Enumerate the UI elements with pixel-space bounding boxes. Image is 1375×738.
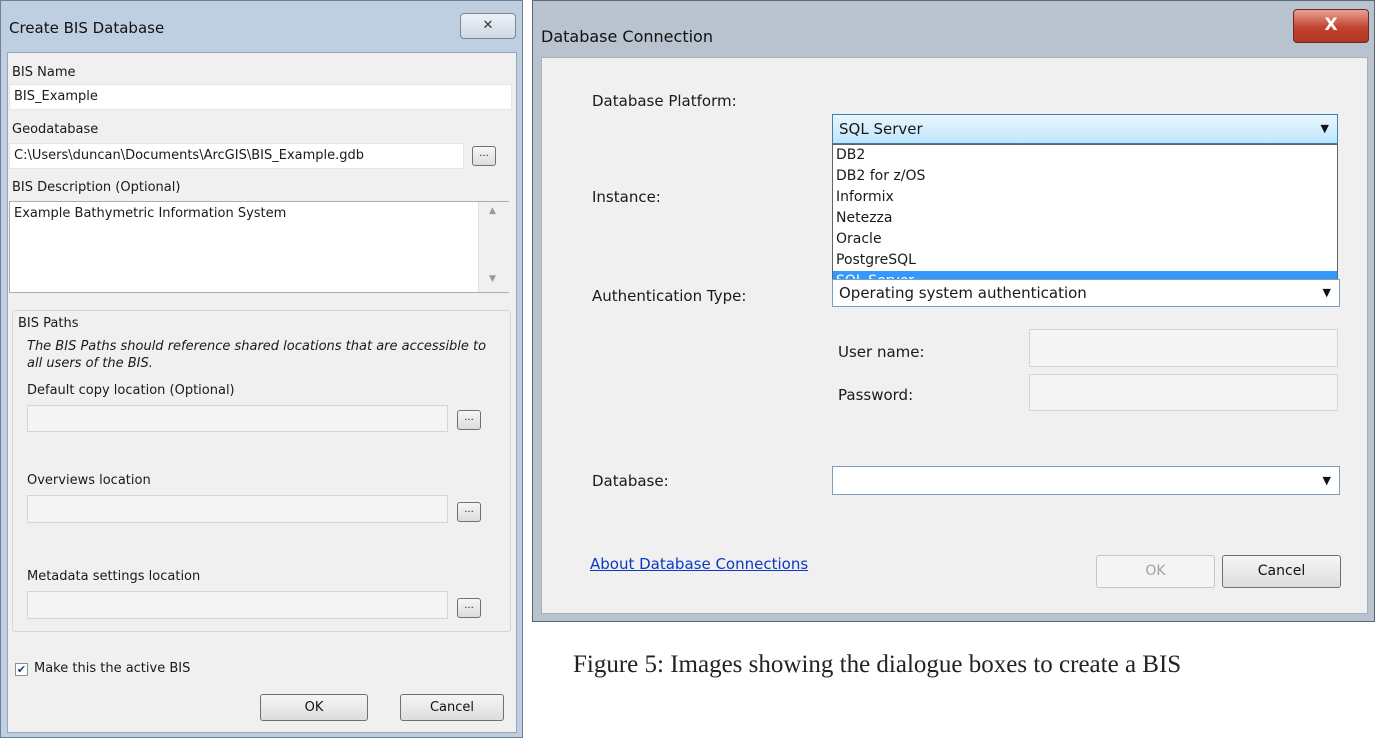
- dialog-body: Database Platform: SQL Server ▼ DB2 DB2 …: [541, 57, 1368, 614]
- metadata-input[interactable]: [27, 591, 448, 619]
- about-database-connections-link[interactable]: About Database Connections: [590, 555, 808, 573]
- dropdown-option[interactable]: Oracle: [833, 229, 1337, 250]
- description-textarea[interactable]: Example Bathymetric Information System: [9, 201, 509, 293]
- geodatabase-browse-button[interactable]: ...: [472, 146, 496, 166]
- database-platform-label: Database Platform:: [592, 92, 737, 110]
- dropdown-option[interactable]: PostgreSQL: [833, 250, 1337, 271]
- checkmark-icon: ✔: [16, 663, 27, 676]
- bis-paths-group-label: BIS Paths: [18, 316, 83, 331]
- authentication-type-value: Operating system authentication: [839, 284, 1087, 302]
- authentication-type-label: Authentication Type:: [592, 287, 747, 305]
- chevron-down-icon: ▼: [1322, 286, 1331, 299]
- bis-paths-note: The BIS Paths should reference shared lo…: [27, 339, 487, 371]
- dialog-title: Create BIS Database: [9, 19, 165, 37]
- chevron-down-icon: ▼: [1322, 474, 1331, 487]
- chevron-down-icon: ▼: [1320, 122, 1329, 135]
- database-label: Database:: [592, 472, 669, 490]
- user-name-input[interactable]: [1029, 329, 1338, 367]
- dropdown-option[interactable]: DB2: [833, 145, 1337, 166]
- database-select[interactable]: ▼: [832, 466, 1340, 495]
- close-button[interactable]: X: [1293, 9, 1369, 43]
- scroll-up-icon[interactable]: ▲: [489, 206, 496, 216]
- database-platform-value: SQL Server: [839, 120, 923, 138]
- figure-caption: Figure 5: Images showing the dialogue bo…: [573, 651, 1182, 678]
- default-copy-input[interactable]: [27, 405, 448, 432]
- cancel-button[interactable]: Cancel: [400, 694, 504, 721]
- database-connection-dialog: Database Connection X Database Platform:…: [532, 0, 1375, 622]
- description-text: Example Bathymetric Information System: [14, 206, 287, 221]
- active-bis-checkbox[interactable]: ✔: [15, 663, 28, 676]
- overviews-input[interactable]: [27, 495, 448, 523]
- scroll-down-icon[interactable]: ▼: [489, 274, 496, 284]
- database-platform-select[interactable]: SQL Server ▼: [832, 114, 1338, 144]
- create-bis-dialog: Create BIS Database ✕ BIS Name BIS_Examp…: [0, 0, 523, 738]
- database-platform-dropdown: DB2 DB2 for z/OS Informix Netezza Oracle…: [832, 144, 1338, 296]
- default-copy-browse-button[interactable]: ...: [457, 410, 481, 430]
- metadata-browse-button[interactable]: ...: [457, 598, 481, 618]
- dialog-title: Database Connection: [541, 27, 713, 46]
- description-scrollbar[interactable]: ▲ ▼: [478, 202, 509, 292]
- bis-name-input[interactable]: BIS_Example: [9, 84, 512, 110]
- instance-label: Instance:: [592, 188, 661, 206]
- description-label: BIS Description (Optional): [12, 180, 181, 195]
- dialog-body: BIS Name BIS_Example Geodatabase C:\User…: [7, 52, 517, 733]
- overviews-browse-button[interactable]: ...: [457, 502, 481, 522]
- close-icon: ✕: [482, 18, 494, 33]
- authentication-type-select[interactable]: Operating system authentication ▼: [832, 279, 1340, 307]
- dropdown-option[interactable]: Informix: [833, 187, 1337, 208]
- password-input[interactable]: [1029, 374, 1338, 411]
- geodatabase-input[interactable]: C:\Users\duncan\Documents\ArcGIS\BIS_Exa…: [9, 143, 464, 169]
- overviews-label: Overviews location: [27, 473, 151, 488]
- active-bis-label: Make this the active BIS: [34, 661, 191, 676]
- close-button[interactable]: ✕: [460, 13, 516, 39]
- password-label: Password:: [838, 386, 914, 404]
- ok-button[interactable]: OK: [260, 694, 368, 721]
- user-name-label: User name:: [838, 343, 925, 361]
- bis-name-label: BIS Name: [12, 65, 76, 80]
- geodatabase-label: Geodatabase: [12, 122, 99, 137]
- default-copy-label: Default copy location (Optional): [27, 383, 235, 398]
- metadata-label: Metadata settings location: [27, 569, 201, 584]
- dropdown-option[interactable]: Netezza: [833, 208, 1337, 229]
- cancel-button[interactable]: Cancel: [1222, 555, 1341, 588]
- dropdown-option[interactable]: DB2 for z/OS: [833, 166, 1337, 187]
- ok-button[interactable]: OK: [1096, 555, 1215, 588]
- close-icon: X: [1324, 15, 1338, 35]
